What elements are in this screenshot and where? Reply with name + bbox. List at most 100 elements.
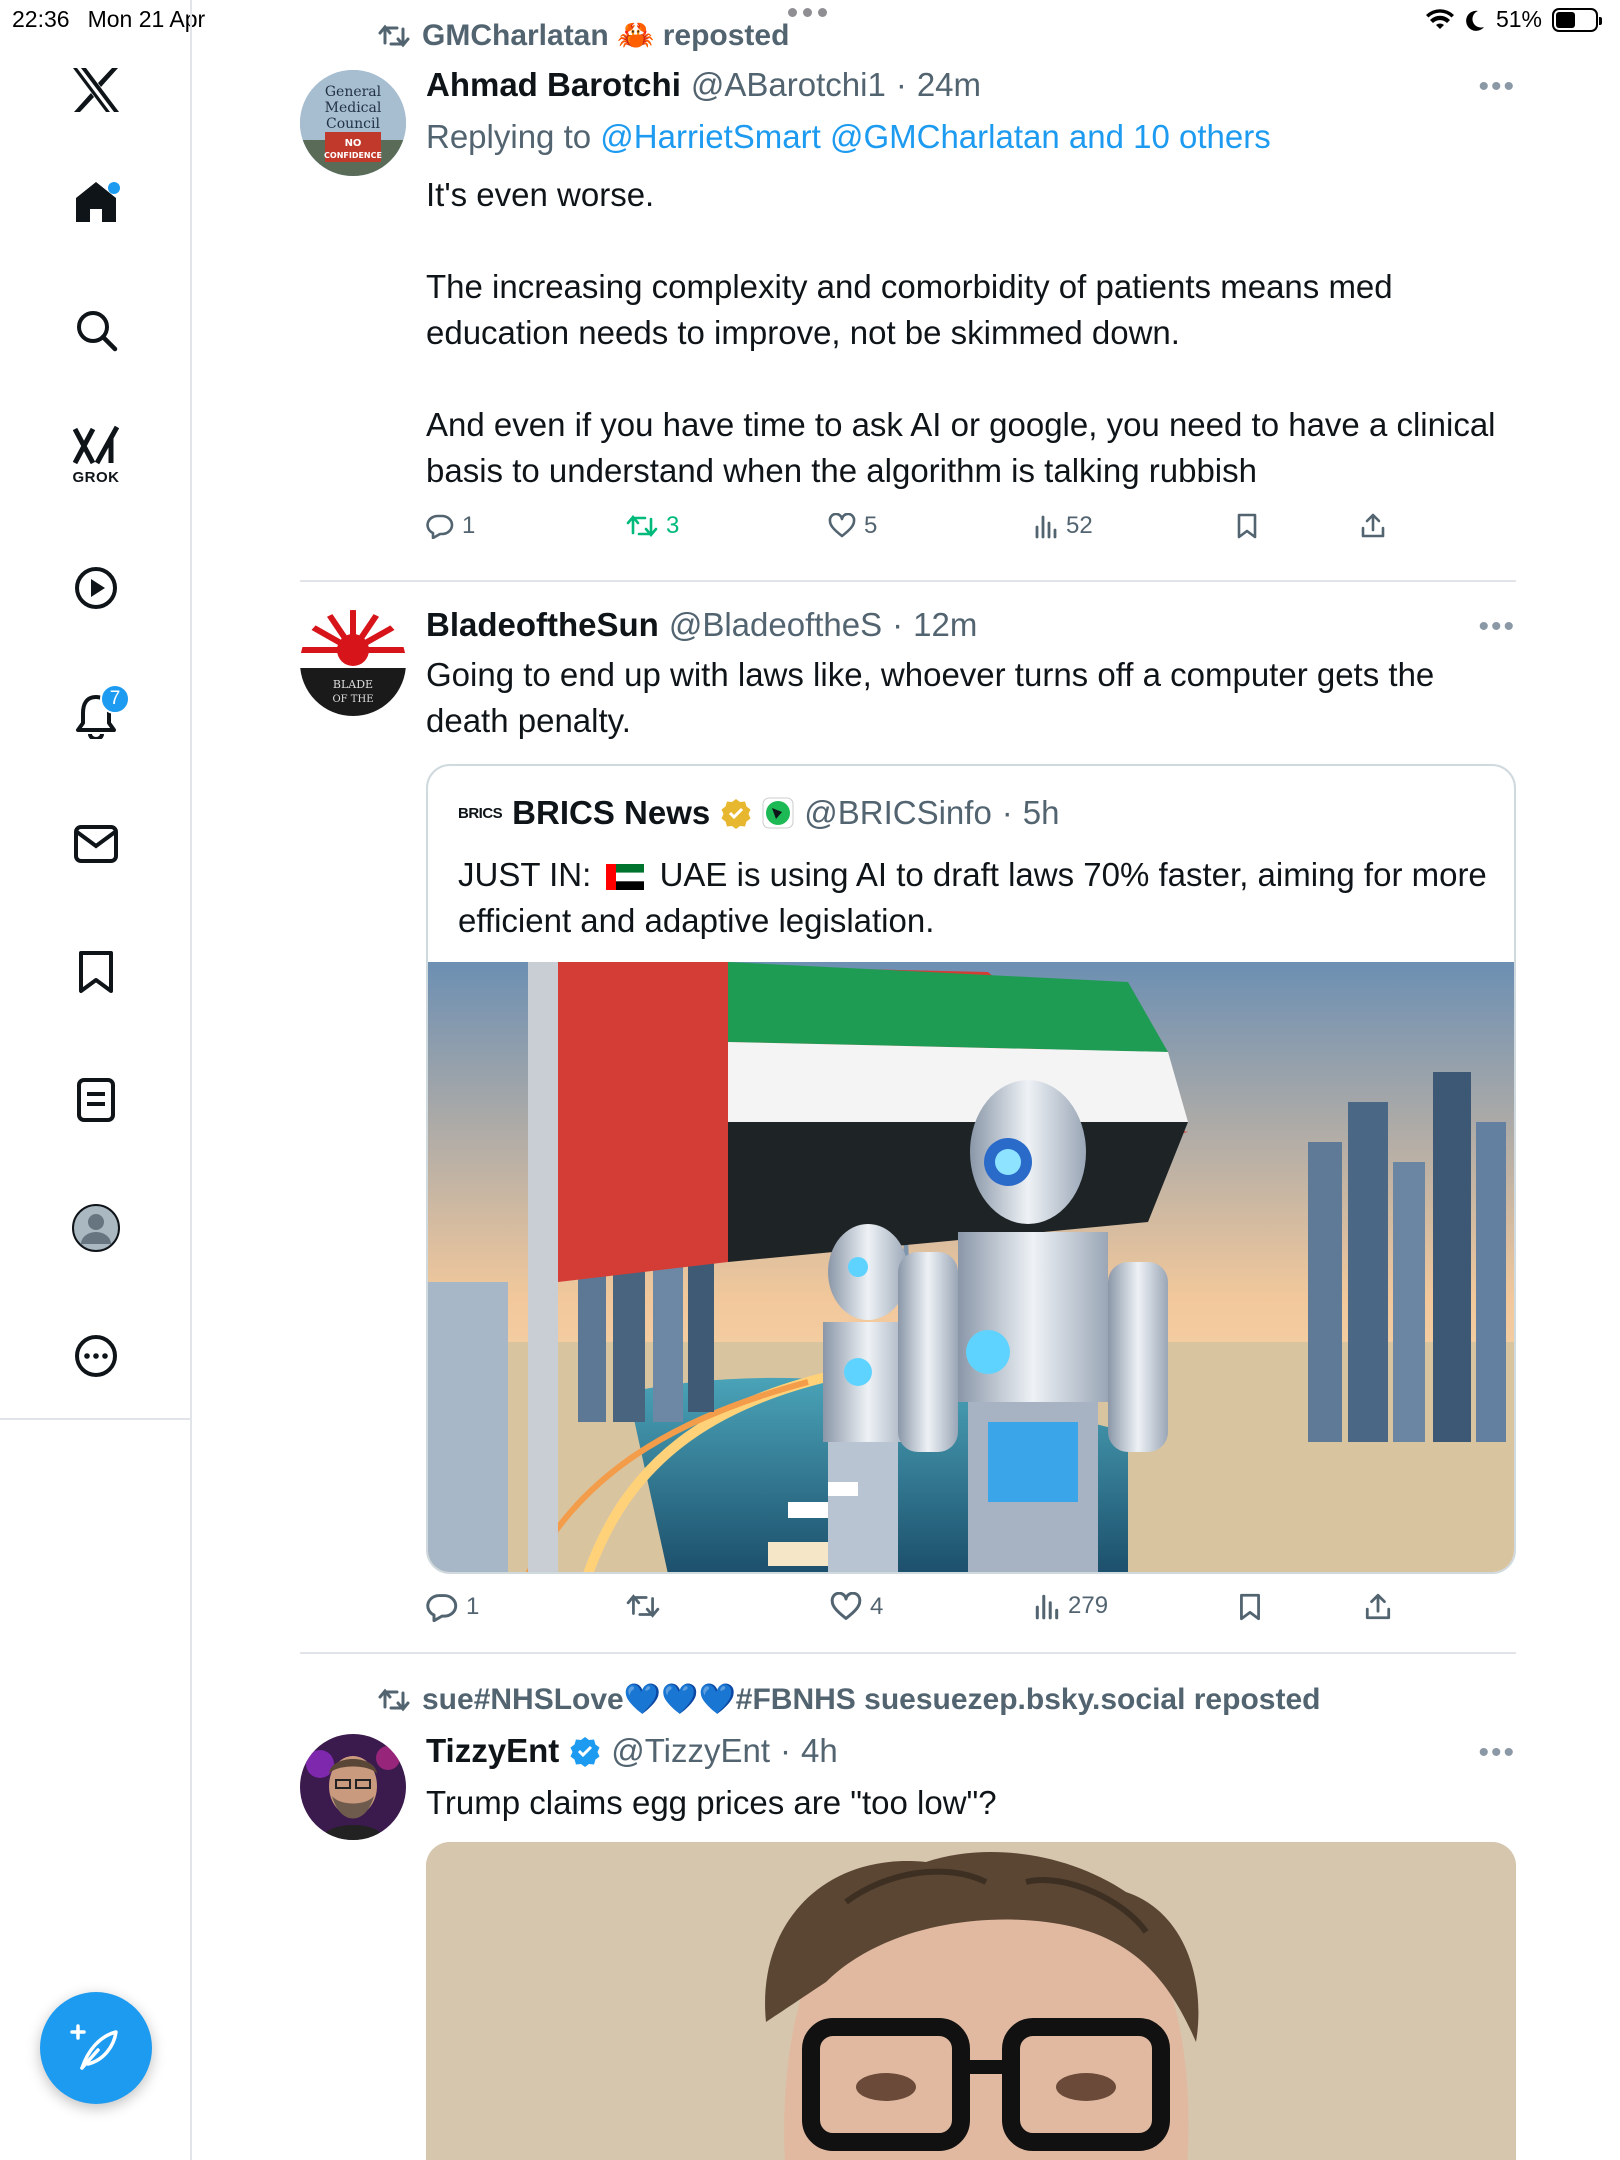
bookmark-icon: [79, 951, 113, 993]
author-handle[interactable]: @ABarotchi1: [691, 66, 886, 104]
list-icon: [77, 1078, 115, 1122]
quote-text: JUST IN: UAE is using AI to draft laws 7…: [458, 852, 1488, 944]
separator-dot: ·: [892, 606, 904, 643]
sidebar-item-bookmarks[interactable]: [52, 928, 140, 1016]
quote-media-image[interactable]: [428, 962, 1514, 1572]
grok-label: GROK: [72, 468, 120, 486]
avatar[interactable]: [300, 1734, 406, 1840]
svg-text:CONFIDENCE: CONFIDENCE: [324, 151, 382, 160]
compose-button[interactable]: [40, 1992, 152, 2104]
repost-by-label: sue#NHSLove💙💙💙#FBNHS suesuezep.bsky.soci…: [422, 1683, 1321, 1716]
bookmark-icon: [1240, 1593, 1260, 1621]
views-button[interactable]: 279: [1034, 1592, 1108, 1620]
separator-dot: ·: [895, 66, 907, 103]
quote-author-handle: @BRICSinfo: [804, 794, 992, 831]
svg-text:BLADE: BLADE: [333, 678, 373, 691]
quote-text-prefix: JUST IN:: [458, 856, 592, 893]
author-name[interactable]: TizzyEnt: [426, 1732, 559, 1770]
post-time[interactable]: 12m: [913, 606, 977, 644]
quote-author-name: BRICS News: [512, 794, 711, 831]
bookmark-icon: [1237, 513, 1257, 539]
post-actions: 1 3 5 52: [426, 512, 1426, 552]
sidebar-item-notifications[interactable]: 7: [52, 672, 140, 760]
reply-icon: [426, 514, 454, 539]
blue-verified-icon: [570, 1737, 600, 1767]
repost-by-label: GMCharlatan 🦀 reposted: [422, 19, 790, 52]
repost-button[interactable]: [626, 1592, 660, 1620]
like-button[interactable]: 5: [828, 512, 877, 540]
x-logo-icon[interactable]: [52, 46, 140, 134]
replying-to-prefix: Replying to: [426, 118, 601, 155]
like-count: 4: [870, 1593, 884, 1620]
separator-dot: ·: [1001, 794, 1013, 831]
views-count: 52: [1066, 512, 1093, 539]
gold-verified-icon: [721, 799, 751, 829]
sidebar-item-search[interactable]: [52, 286, 140, 374]
sidebar-item-more[interactable]: [52, 1312, 140, 1400]
post-more-icon[interactable]: •••: [1478, 610, 1516, 644]
sidebar-item-profile[interactable]: [52, 1184, 140, 1272]
profile-avatar-icon: [72, 1204, 120, 1252]
views-button[interactable]: 52: [1034, 512, 1093, 540]
author-name[interactable]: BladeoftheSun: [426, 606, 659, 644]
share-button[interactable]: [1364, 1592, 1392, 1622]
avatar[interactable]: BLADE OF THE: [300, 610, 406, 716]
post-time[interactable]: 4h: [801, 1732, 838, 1770]
post-more-icon[interactable]: •••: [1478, 1736, 1516, 1770]
reply-button[interactable]: 1: [426, 1592, 479, 1622]
views-icon: [1035, 515, 1057, 539]
svg-text:Medical: Medical: [325, 100, 382, 116]
post-time[interactable]: 24m: [917, 66, 981, 104]
author-handle[interactable]: @TizzyEnt: [611, 1732, 770, 1770]
sidebar-item-messages[interactable]: [52, 800, 140, 888]
avatar[interactable]: General Medical Council NO CONFIDENCE: [300, 70, 406, 176]
sidebar-item-grok[interactable]: GROK: [52, 410, 140, 498]
grok-icon: [73, 425, 119, 464]
post-ahmad-barotchi[interactable]: GMCharlatan 🦀 reposted General Medical C…: [300, 0, 1516, 580]
post-text: Going to end up with laws like, whoever …: [426, 656, 1435, 739]
repost-count: 3: [666, 512, 680, 539]
bookmark-button[interactable]: [1236, 512, 1258, 540]
quoted-post[interactable]: BRICS BRICS News @BRICSinfo · 5h JUST IN…: [426, 764, 1516, 1574]
sidebar-item-lists[interactable]: [52, 1056, 140, 1144]
sidebar: GROK 7: [0, 0, 192, 1420]
sidebar-item-videos[interactable]: [52, 544, 140, 632]
like-count: 5: [864, 512, 878, 539]
brics-logo: BRICS: [458, 804, 503, 822]
affiliate-badge-icon: [762, 797, 794, 829]
repost-indicator: GMCharlatan 🦀 reposted: [378, 18, 789, 53]
reply-icon: [426, 1594, 458, 1622]
repost-icon: [378, 1688, 410, 1711]
reply-button[interactable]: 1: [426, 512, 475, 540]
post-tizzyent[interactable]: sue#NHSLove💙💙💙#FBNHS suesuezep.bsky.soci…: [300, 1654, 1516, 2160]
post-bladeofthesun[interactable]: BLADE OF THE BladeoftheSun @BladeoftheS …: [300, 582, 1516, 1652]
post-media-video[interactable]: [426, 1842, 1516, 2160]
bookmark-button[interactable]: [1238, 1592, 1262, 1622]
uae-flag-icon: [606, 864, 645, 891]
search-icon: [77, 311, 118, 352]
sidebar-item-home[interactable]: [52, 158, 140, 246]
repost-icon: [626, 514, 658, 538]
heart-icon: [828, 513, 856, 538]
post-text: Trump claims egg prices are "too low"?: [426, 1784, 997, 1821]
svg-text:NO: NO: [345, 138, 362, 149]
home-unread-dot: [108, 182, 120, 194]
views-count: 279: [1068, 1592, 1109, 1619]
post-more-icon[interactable]: •••: [1478, 70, 1516, 104]
share-icon: [1365, 1593, 1391, 1620]
heart-icon: [830, 1592, 862, 1620]
share-button[interactable]: [1360, 512, 1386, 540]
replying-to-links[interactable]: @HarrietSmart @GMCharlatan and 10 others: [600, 118, 1270, 155]
like-button[interactable]: 4: [830, 1592, 883, 1622]
author-name[interactable]: Ahmad Barotchi: [426, 66, 681, 104]
svg-text:Council: Council: [326, 116, 380, 132]
reply-count: 1: [462, 512, 476, 539]
post-text: It's even worse. The increasing complexi…: [426, 176, 1496, 489]
play-circle-icon: [75, 567, 117, 609]
separator-dot: ·: [780, 1732, 792, 1769]
compose-feather-icon: [70, 2024, 118, 2070]
repost-button[interactable]: 3: [626, 512, 679, 540]
repost-indicator: sue#NHSLove💙💙💙#FBNHS suesuezep.bsky.soci…: [378, 1682, 1320, 1717]
repost-icon: [626, 1594, 660, 1618]
author-handle[interactable]: @BladeoftheS: [669, 606, 882, 644]
